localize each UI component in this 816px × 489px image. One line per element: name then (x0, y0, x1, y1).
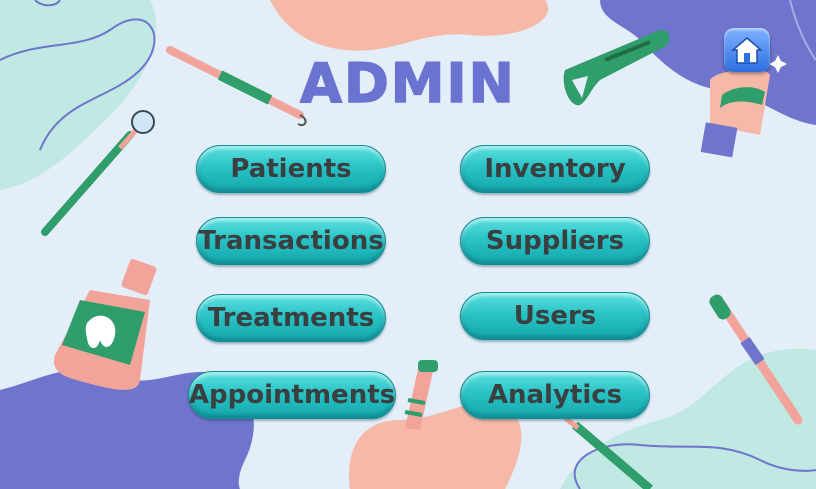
appointments-button[interactable]: Appointments (188, 371, 396, 419)
peach-blob (270, 0, 549, 51)
users-button-label: Users (513, 301, 597, 331)
home-button[interactable] (724, 28, 770, 72)
patients-button-label: Patients (230, 154, 352, 184)
inventory-button[interactable]: Inventory (460, 145, 650, 193)
treatments-button[interactable]: Treatments (196, 294, 386, 342)
appointments-button-label: Appointments (188, 380, 396, 410)
treatments-button-label: Treatments (207, 303, 375, 333)
suppliers-button-label: Suppliers (485, 226, 625, 256)
analytics-button[interactable]: Analytics (460, 371, 650, 419)
suppliers-button[interactable]: Suppliers (460, 217, 650, 265)
transactions-button[interactable]: Transactions (196, 217, 386, 265)
inventory-button-label: Inventory (484, 154, 626, 184)
transactions-button-label: Transactions (198, 226, 384, 256)
mouthwash-bottle (53, 258, 157, 390)
home-icon (731, 37, 763, 64)
analytics-button-label: Analytics (487, 380, 623, 410)
users-button[interactable]: Users (460, 292, 650, 340)
page-title: ADMIN (299, 51, 516, 116)
patients-button[interactable]: Patients (196, 145, 386, 193)
